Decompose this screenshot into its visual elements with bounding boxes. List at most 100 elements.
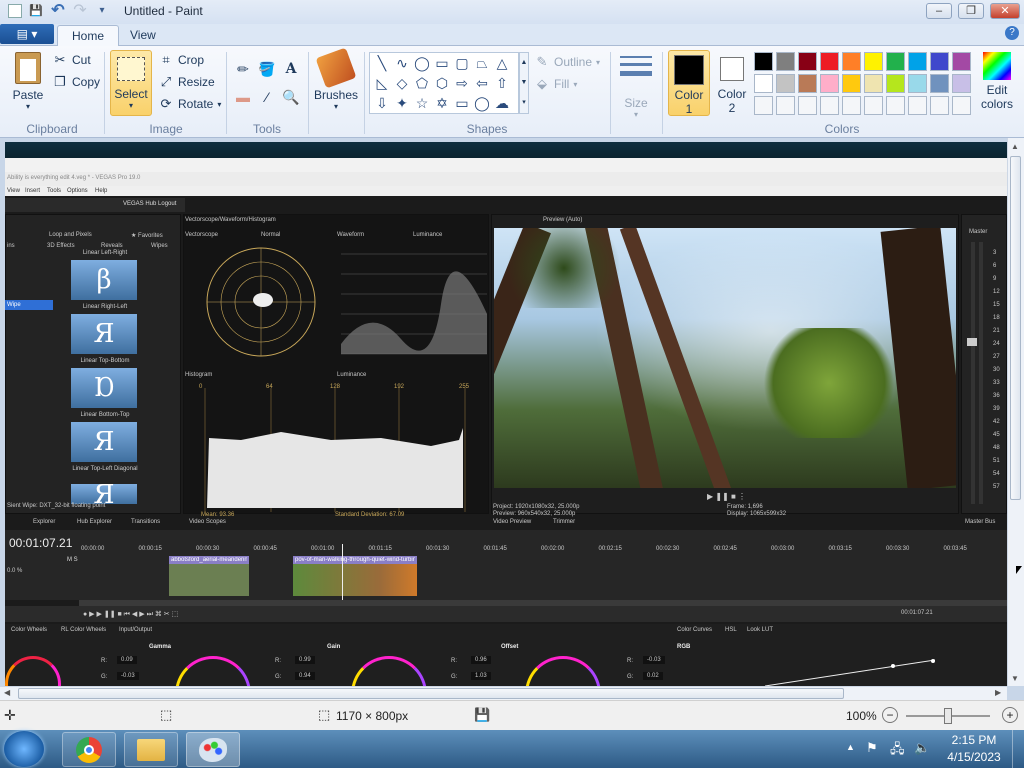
- menu-insert[interactable]: Insert: [25, 188, 40, 194]
- trimmer-tab[interactable]: Trimmer: [553, 519, 575, 525]
- six-star-shape-icon[interactable]: ✡: [432, 93, 452, 113]
- four-star-shape-icon[interactable]: ✦: [392, 93, 412, 113]
- action-center-icon[interactable]: ⚑: [866, 740, 878, 756]
- wipe-thumbnail-1[interactable]: β: [71, 260, 137, 300]
- oval-shape-icon[interactable]: ◯: [412, 53, 432, 73]
- redo-icon[interactable]: ↷: [72, 3, 88, 19]
- wipe-list-item-selected[interactable]: Wipe: [5, 300, 53, 310]
- outline-button[interactable]: ✎ Outline ▾: [534, 52, 601, 72]
- tab-input-output[interactable]: Input/Output: [119, 627, 152, 633]
- network-icon[interactable]: 🖧: [890, 740, 905, 762]
- menu-options[interactable]: Options: [67, 188, 88, 194]
- tab-home[interactable]: Home: [57, 25, 120, 46]
- clock-date[interactable]: 4/15/2023: [946, 750, 1002, 764]
- rounded-rect-shape-icon[interactable]: ▢: [452, 53, 472, 73]
- down-arrow-shape-icon[interactable]: ⇩: [372, 93, 392, 113]
- transport-controls-icon[interactable]: ● ▶ ▶ ❚❚ ■ ⏮ ◀ ▶ ⏭ ⌘ ✂ ⬚: [83, 610, 178, 619]
- palette-swatch[interactable]: [930, 52, 949, 71]
- color1-button[interactable]: Color 1: [668, 50, 710, 116]
- crop-button[interactable]: ⌗ Crop: [158, 50, 204, 70]
- magnifier-icon[interactable]: 🔍: [280, 86, 302, 108]
- palette-swatch[interactable]: [886, 52, 905, 71]
- fill-bucket-icon[interactable]: 🪣: [256, 58, 278, 80]
- rotate-button[interactable]: ⟳ Rotate ▾: [158, 94, 222, 114]
- video-scopes-tab[interactable]: Video Scopes: [189, 519, 226, 525]
- right-arrow-shape-icon[interactable]: ⇨: [452, 73, 472, 93]
- transitions-tab[interactable]: Transitions: [131, 519, 160, 525]
- palette-swatch[interactable]: [864, 74, 883, 93]
- master-bus-tab[interactable]: Master Bus: [965, 519, 995, 525]
- edit-colors-button[interactable]: Edit colors: [976, 50, 1018, 111]
- palette-swatch-empty[interactable]: [864, 96, 883, 115]
- preview-quality-dropdown[interactable]: Preview (Auto): [543, 217, 582, 223]
- callout-oval-shape-icon[interactable]: ◯: [472, 93, 492, 113]
- minimize-button[interactable]: –: [926, 3, 952, 19]
- clip-wind-turbine[interactable]: pov-of-man-walking-through-quiet-wind-tu…: [293, 556, 417, 596]
- playhead[interactable]: [342, 544, 343, 602]
- left-arrow-shape-icon[interactable]: ⇦: [472, 73, 492, 93]
- restore-button[interactable]: ❐: [958, 3, 984, 19]
- play-controls-icon[interactable]: ▶ ❚❚ ■ ⋮: [707, 492, 746, 501]
- zoom-out-icon[interactable]: −: [882, 707, 898, 723]
- fx-tab-ins[interactable]: ins: [7, 243, 15, 249]
- color2-button[interactable]: Color 2: [712, 50, 752, 115]
- zoom-slider-thumb[interactable]: [944, 708, 952, 724]
- palette-swatch[interactable]: [842, 74, 861, 93]
- palette-swatch[interactable]: [798, 74, 817, 93]
- rectangle-shape-icon[interactable]: ▭: [432, 53, 452, 73]
- tray-arrow-icon[interactable]: ▲: [846, 742, 855, 752]
- undo-icon[interactable]: ↶: [50, 3, 66, 19]
- shapes-scroll[interactable]: ▲ ▼ ▾: [519, 52, 529, 114]
- clip-aerial[interactable]: abbotsford_aerial-meandering: [169, 556, 249, 596]
- wipe-thumbnail-4[interactable]: Я: [71, 422, 137, 462]
- show-desktop-button[interactable]: [1012, 730, 1024, 768]
- polygon-shape-icon[interactable]: ⏢: [472, 53, 492, 73]
- shapes-gallery[interactable]: ╲ ∿ ◯ ▭ ▢ ⏢ △ ◺ ◇ ⬠ ⬡ ⇨ ⇦ ⇧ ⇩ ✦ ☆ ✡ ▭ ◯ ☁: [369, 52, 519, 114]
- palette-swatch[interactable]: [908, 52, 927, 71]
- help-icon[interactable]: ?: [1005, 26, 1019, 40]
- tab-view[interactable]: View: [116, 25, 170, 46]
- palette-swatch-empty[interactable]: [754, 96, 773, 115]
- explorer-tab[interactable]: Explorer: [33, 519, 55, 525]
- resize-button[interactable]: ⤢ Resize: [158, 72, 215, 92]
- save-icon[interactable]: 💾: [28, 3, 44, 19]
- palette-swatch-empty[interactable]: [842, 96, 861, 115]
- cut-button[interactable]: ✂ Cut: [52, 50, 91, 70]
- line-shape-icon[interactable]: ╲: [372, 53, 392, 73]
- eraser-icon[interactable]: ▬: [232, 86, 254, 108]
- menu-view[interactable]: View: [7, 188, 20, 194]
- palette-swatch-empty[interactable]: [930, 96, 949, 115]
- fx-tab-reveals[interactable]: Reveals: [101, 243, 123, 249]
- select-button[interactable]: Select ▾: [110, 50, 152, 116]
- fx-tab-3d[interactable]: 3D Effects: [47, 243, 75, 249]
- palette-swatch-empty[interactable]: [820, 96, 839, 115]
- brushes-button[interactable]: Brushes ▾: [314, 47, 358, 111]
- hexagon-shape-icon[interactable]: ⬡: [432, 73, 452, 93]
- palette-swatch[interactable]: [952, 74, 971, 93]
- color-curve-graph[interactable]: [765, 658, 935, 686]
- palette-swatch[interactable]: [952, 52, 971, 71]
- size-button[interactable]: Size ▾: [616, 52, 656, 119]
- gain-g-value[interactable]: 1.03: [471, 672, 491, 680]
- volume-icon[interactable]: 🔈: [914, 740, 930, 756]
- tab-color-wheels[interactable]: Color Wheels: [11, 627, 47, 633]
- paste-button[interactable]: Paste ▾: [8, 52, 48, 111]
- close-button[interactable]: ✕: [990, 3, 1020, 19]
- palette-swatch-empty[interactable]: [776, 96, 795, 115]
- palette-swatch[interactable]: [886, 74, 905, 93]
- favorites-tab[interactable]: ★ Favorites: [131, 232, 163, 239]
- col1-g-value[interactable]: -0.03: [117, 672, 139, 680]
- palette-swatch[interactable]: [930, 74, 949, 93]
- palette-swatch[interactable]: [776, 52, 795, 71]
- up-arrow-shape-icon[interactable]: ⇧: [492, 73, 512, 93]
- copy-button[interactable]: ❐ Copy: [52, 72, 100, 92]
- scroll-down-icon[interactable]: ▼: [1011, 674, 1019, 683]
- pentagon-shape-icon[interactable]: ⬠: [412, 73, 432, 93]
- palette-swatch[interactable]: [798, 52, 817, 71]
- diamond-shape-icon[interactable]: ◇: [392, 73, 412, 93]
- horizontal-scroll-thumb[interactable]: [18, 688, 844, 699]
- palette-swatch[interactable]: [754, 74, 773, 93]
- menu-help[interactable]: Help: [95, 188, 107, 194]
- gamma-g-value[interactable]: 0.94: [295, 672, 315, 680]
- wipe-thumbnail-2[interactable]: Я: [71, 314, 137, 354]
